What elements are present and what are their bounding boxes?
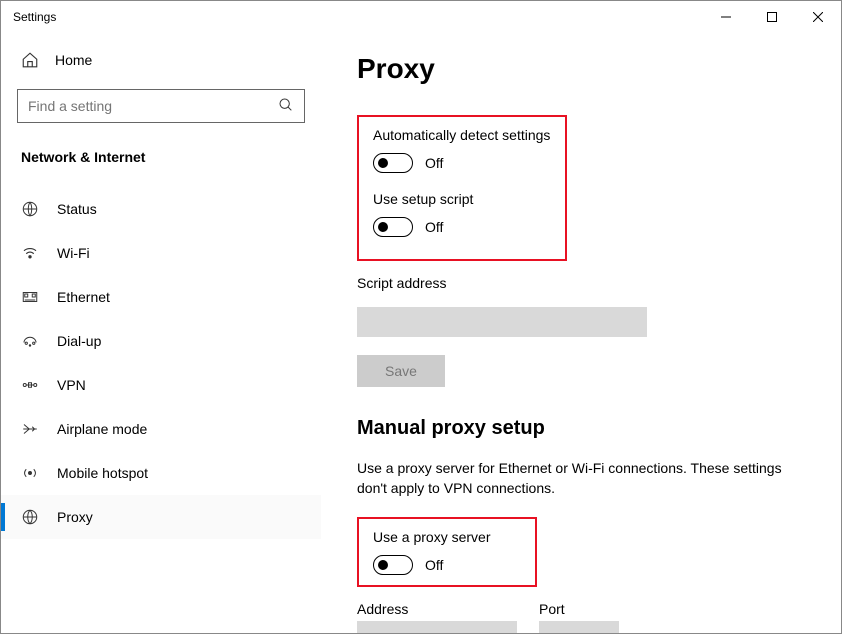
sidebar-item-label: Ethernet: [57, 289, 110, 305]
sidebar-item-vpn[interactable]: VPN: [1, 363, 321, 407]
maximize-button[interactable]: [749, 1, 795, 33]
use-proxy-state: Off: [425, 557, 443, 573]
sidebar-item-status[interactable]: Status: [1, 187, 321, 231]
window-title: Settings: [13, 10, 56, 24]
wifi-icon: [21, 244, 39, 262]
use-script-label: Use setup script: [373, 191, 551, 207]
sidebar-item-airplane[interactable]: Airplane mode: [1, 407, 321, 451]
address-label: Address: [357, 601, 517, 617]
sidebar-item-ethernet[interactable]: Ethernet: [1, 275, 321, 319]
search-icon: [278, 97, 294, 116]
sidebar-item-label: Wi-Fi: [57, 245, 90, 261]
minimize-icon: [721, 12, 731, 22]
sidebar-item-label: Dial-up: [57, 333, 101, 349]
hotspot-icon: [21, 464, 39, 482]
home-link[interactable]: Home: [1, 41, 321, 79]
auto-detect-label: Automatically detect settings: [373, 127, 551, 143]
sidebar-item-label: Mobile hotspot: [57, 465, 148, 481]
use-proxy-toggle[interactable]: [373, 555, 413, 575]
sidebar-item-label: Proxy: [57, 509, 93, 525]
body: Home Network & Internet Status: [1, 33, 841, 633]
use-proxy-label: Use a proxy server: [373, 529, 521, 545]
script-address-label: Script address: [357, 275, 813, 291]
sidebar-item-dialup[interactable]: Dial-up: [1, 319, 321, 363]
sidebar-item-hotspot[interactable]: Mobile hotspot: [1, 451, 321, 495]
vpn-icon: [21, 376, 39, 394]
manual-description: Use a proxy server for Ethernet or Wi-Fi…: [357, 458, 787, 499]
manual-proxy-highlight: Use a proxy server Off: [357, 517, 537, 587]
port-label: Port: [539, 601, 619, 617]
search-input[interactable]: [28, 98, 248, 114]
maximize-icon: [767, 12, 777, 22]
script-address-block: Script address: [357, 275, 813, 337]
auto-detect-state: Off: [425, 155, 443, 171]
sidebar-item-label: VPN: [57, 377, 86, 393]
status-icon: [21, 200, 39, 218]
close-button[interactable]: [795, 1, 841, 33]
sidebar: Home Network & Internet Status: [1, 33, 321, 633]
port-input[interactable]: [539, 621, 619, 633]
sidebar-item-wifi[interactable]: Wi-Fi: [1, 231, 321, 275]
content-area: Proxy Automatically detect settings Off …: [321, 33, 841, 633]
category-heading: Network & Internet: [1, 139, 321, 175]
home-label: Home: [55, 52, 92, 68]
auto-detect-toggle[interactable]: [373, 153, 413, 173]
close-icon: [813, 12, 823, 22]
use-script-state: Off: [425, 219, 443, 235]
sidebar-item-label: Status: [57, 201, 97, 217]
save-button[interactable]: Save: [357, 355, 445, 387]
airplane-icon: [21, 420, 39, 438]
sidebar-item-proxy[interactable]: Proxy: [1, 495, 321, 539]
address-input[interactable]: [357, 621, 517, 633]
auto-proxy-highlight: Automatically detect settings Off Use se…: [357, 115, 567, 261]
manual-heading: Manual proxy setup: [357, 417, 813, 440]
proxy-icon: [21, 508, 39, 526]
settings-window: Settings Home: [0, 0, 842, 634]
address-port-row: Address Port: [357, 601, 813, 633]
home-icon: [21, 51, 39, 69]
minimize-button[interactable]: [703, 1, 749, 33]
page-title: Proxy: [357, 53, 813, 85]
use-script-toggle[interactable]: [373, 217, 413, 237]
script-address-input[interactable]: [357, 307, 647, 337]
dialup-icon: [21, 332, 39, 350]
ethernet-icon: [21, 288, 39, 306]
sidebar-item-label: Airplane mode: [57, 421, 147, 437]
nav-list: Status Wi-Fi Ethernet: [1, 187, 321, 539]
search-box[interactable]: [17, 89, 305, 123]
window-controls: [703, 1, 841, 33]
titlebar: Settings: [1, 1, 841, 33]
